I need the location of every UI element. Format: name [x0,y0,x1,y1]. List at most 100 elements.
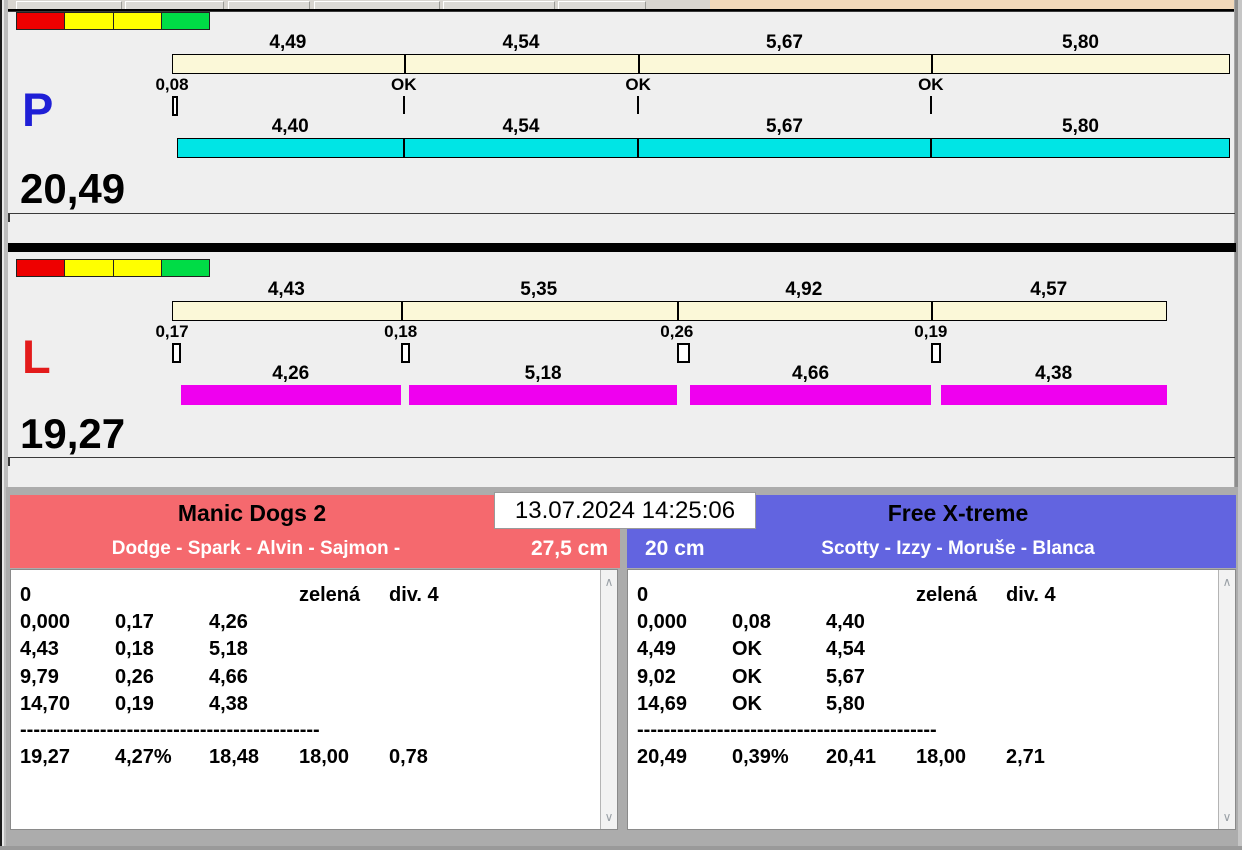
split-bar-divider [400,302,403,320]
split-bar-divider [930,55,933,73]
table-cell: 0,19 [115,693,154,716]
traffic-light-segment [65,13,114,29]
run-bar-segment [930,138,1231,158]
run-bar-segment [176,138,404,158]
table-color-label: zelená [916,584,978,606]
lane-bottom-line [8,457,1235,458]
table-cell: OK [732,638,762,661]
crossing-ok-tick [402,96,405,114]
lane-separator-bar [8,243,1236,252]
crossing-marker-box [400,343,410,363]
run-bar-segment [409,385,677,405]
table-cell: 0,000 [637,611,688,633]
lane-line-notch [8,458,10,466]
table-total-cell: 18,48 [209,746,260,768]
split-time-label: 4,43 [267,279,305,300]
split-bar-divider [676,302,679,320]
split-bar-divider [930,302,933,320]
crossing-label: OK [625,75,651,94]
traffic-light-segment [113,13,162,29]
traffic-light-strip [16,259,210,277]
table-cell: 4,49 [637,638,676,661]
table-cell: 5,18 [209,638,248,661]
traffic-light-segment [161,13,209,29]
lane-bottom-line [8,213,1235,214]
lane-line-notch [8,214,10,222]
crossing-marker-box [172,343,181,363]
team-left-name: Manic Dogs 2 [177,500,327,526]
table-scrollbar[interactable]: ∧ ∨ [1218,570,1235,829]
team-left-results-table[interactable]: 0 zelená div. 4 0,000 0,17 4,26 4,43 0,18 5,18 9,… [10,569,618,830]
table-cell: OK [732,693,762,716]
table-scrollbar[interactable]: ∧ ∨ [600,570,617,829]
split-time-label: 5,35 [520,279,558,300]
table-cell: 0,000 [20,611,71,633]
window-right-border-outer [1238,0,1242,850]
table-cell: 0,26 [115,665,154,688]
run-bar-segment [638,138,931,158]
table-separator: ----------------------------------------… [20,719,320,741]
scroll-down-icon[interactable]: ∨ [1219,809,1235,825]
table-total-cell: 0,39% [732,746,789,768]
team-right-members: Scotty - Izzy - Moruše - Blanca [821,538,1095,559]
traffic-light-strip [16,12,210,30]
table-cell: 4,26 [209,611,248,633]
table-start-value: 0 [20,584,32,606]
table-total-cell: 18,00 [916,746,967,768]
team-left-members: Dodge - Spark - Alvin - Sajmon - [111,538,401,559]
crossing-label: OK [391,75,417,94]
run-time-label: 4,38 [1035,363,1073,384]
crossing-label: OK [918,75,944,94]
team-right-results-table[interactable]: 0 zelená div. 4 0,000 0,08 4,40 4,49 OK 4,54 9,02… [627,569,1236,830]
table-cell: 5,67 [826,665,865,688]
split-time-label: 4,92 [785,279,823,300]
table-total-cell: 20,49 [637,746,688,768]
table-division-label: div. 4 [1006,584,1056,606]
traffic-light-segment [65,260,114,276]
table-cell: 4,40 [826,611,865,633]
table-cell: 4,66 [209,665,248,688]
run-bar-segment [403,138,639,158]
split-bar-divider [403,55,406,73]
table-separator: ----------------------------------------… [637,719,937,741]
crossing-ok-tick [637,96,640,114]
crossing-label: 0,17 [155,322,189,341]
table-cell: 4,43 [20,638,59,661]
scroll-down-icon[interactable]: ∨ [601,809,617,825]
crossing-marker-box [676,343,691,363]
table-cell: 4,54 [826,638,865,661]
table-cell: 9,79 [20,665,59,688]
table-start-value: 0 [637,584,649,606]
run-time-label: 4,54 [502,116,540,137]
datetime-display: 13.07.2024 14:25:06 [494,492,756,529]
scroll-up-icon[interactable]: ∧ [601,574,617,590]
table-total-cell: 4,27% [115,746,172,768]
scroll-up-icon[interactable]: ∧ [1219,574,1235,590]
split-time-label: 5,67 [765,32,803,53]
crossing-label: 0,26 [660,322,694,341]
table-cell: 9,02 [637,665,676,688]
traffic-light-segment [113,260,162,276]
split-bar [172,54,1231,74]
window-bottom-border [0,846,1242,850]
traffic-light-segment [17,260,66,276]
crossing-marker-box [930,343,941,363]
crossing-ok-tick [929,96,932,114]
run-time-label: 5,80 [1062,116,1099,137]
crossing-label: 0,19 [914,322,948,341]
traffic-light-segment [17,13,66,29]
lane-P-panel: P 4,49 4,54 5,67 5,80 0,08 OK OK OK 4,40 4,54 5,67 5… [8,9,1236,243]
run-time-label: 4,26 [272,363,310,384]
lane-total-time: 20,49 [20,165,126,212]
lane-L-panel: L 4,43 5,35 4,92 4,57 0,17 0,18 0,26 0,19 4,26 5,1… [8,252,1236,487]
lane-letter-L: L [22,330,51,383]
table-color-label: zelená [299,584,361,606]
table-cell: 0,17 [115,611,154,633]
table-total-cell: 18,00 [299,746,350,768]
crossing-label: 0,08 [155,75,189,94]
table-cell: 0,08 [732,611,771,633]
run-time-label: 4,40 [271,116,309,137]
split-bar [172,301,1167,321]
run-bar-segment [180,385,401,405]
split-time-label: 4,57 [1030,279,1068,300]
